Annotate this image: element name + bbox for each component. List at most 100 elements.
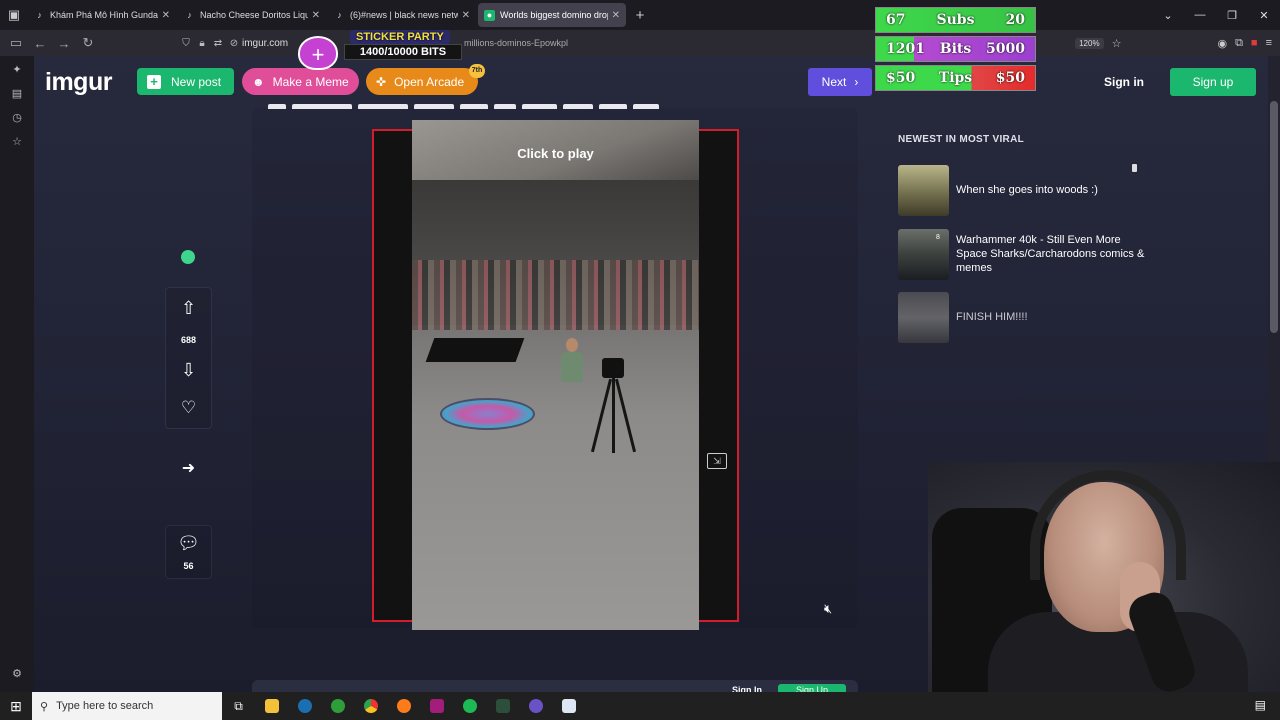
favorite-heart-icon[interactable]: ♡ [166, 398, 211, 418]
picture-in-picture-icon[interactable]: ⇲ [707, 453, 727, 469]
account-icon[interactable]: ◉ [1217, 37, 1227, 50]
browser-tab[interactable]: ♪ Khám Phá Mô Hình Gundam Đ ✕ [28, 3, 176, 27]
post-title-cutoff [268, 99, 748, 109]
minimize-icon[interactable]: — [1184, 9, 1216, 21]
video-scene-mat [425, 338, 525, 362]
sign-up-button[interactable]: Sign up [1170, 68, 1256, 96]
new-tab-button[interactable]: + [628, 7, 652, 24]
upvote-icon[interactable]: ⇧ [166, 298, 211, 319]
browser-tab-active[interactable]: ● Worlds biggest domino drop 10 ✕ [478, 3, 626, 27]
url-host: imgur.com [242, 37, 289, 49]
headphones [1030, 470, 1186, 580]
stream-tool-icon[interactable] [552, 692, 585, 720]
chevron-right-icon: › [854, 75, 859, 89]
tab-overflow-icon[interactable]: ⌄ [1152, 9, 1184, 22]
newest-viral-heading: NEWEST IN MOST VIRAL [898, 134, 1024, 145]
nav-right-icons: 120% ☆ ◉ ⧉ ■ ≡ [1075, 30, 1272, 56]
gamepad-icon: ✜ [376, 74, 387, 89]
comment-bubble-icon: 💬︎ [177, 533, 200, 553]
back-icon[interactable]: ← [28, 36, 52, 51]
vote-panel: ⇧ 688 ⇩ ♡ [165, 287, 212, 429]
menu-icon[interactable]: ≡ [1266, 37, 1272, 49]
viral-list-item[interactable]: FINISH HIM!!!! [898, 291, 1148, 343]
online-indicator [181, 250, 195, 264]
viral-list-item[interactable]: When she goes into woods :) [898, 164, 1148, 216]
imgur-icon: ● [484, 9, 495, 21]
reload-icon[interactable]: ↻ [76, 35, 100, 51]
nexus-icon[interactable] [420, 692, 453, 720]
window-controls: ⌄ — ❐ ✕ [1152, 0, 1280, 30]
close-window-icon[interactable]: ✕ [1248, 9, 1280, 22]
close-tab-icon[interactable]: ✕ [612, 10, 620, 21]
video-player[interactable]: Click to play [412, 120, 699, 630]
windows-start-icon[interactable]: ⊞ [0, 698, 32, 715]
synced-tabs-icon[interactable]: ▤ [0, 82, 34, 106]
close-tab-icon[interactable]: ✕ [462, 10, 470, 21]
restore-icon[interactable]: ❐ [1216, 9, 1248, 22]
domino-circle [440, 398, 535, 430]
plus-icon: + [147, 74, 161, 89]
sticker-party-banner: STICKER PARTY [350, 30, 450, 44]
sign-in-link[interactable]: Sign in [1104, 75, 1144, 89]
task-view-icon[interactable]: ⧉ [222, 692, 255, 720]
viral-list-item[interactable]: 8 Warhammer 40k - Still Even More Space … [898, 228, 1148, 280]
video-scene-tripod [588, 358, 638, 453]
meme-face-icon: ☻ [252, 74, 265, 89]
browser-sidebar: ✦ ▤ ◷ ☆ ⚙ [0, 56, 34, 692]
windows-taskbar: ⊞ ⚲ Type here to search ⧉ ▤ [0, 692, 1280, 720]
sticker-bits-progress: 1400/10000 BITS [344, 44, 462, 60]
comments-button[interactable]: 💬︎ 56 [165, 525, 212, 579]
ai-icon[interactable]: ✦ [0, 58, 34, 82]
downvote-icon[interactable]: ⇩ [166, 360, 211, 381]
settings-icon[interactable]: ⚙ [0, 662, 34, 686]
next-button[interactable]: Next › [808, 68, 872, 96]
imgur-logo[interactable]: imgur [45, 68, 112, 97]
notification-icon[interactable]: ▤ [1255, 698, 1266, 712]
streamer-webcam [928, 462, 1280, 692]
share-arrow-icon[interactable]: ➜ [165, 458, 212, 478]
forward-icon[interactable]: → [52, 36, 76, 51]
video-scene-floor [412, 325, 699, 630]
video-scene-crowd [412, 260, 699, 330]
tab-list-icon[interactable]: ▣ [0, 0, 28, 30]
extension-red-icon[interactable]: ■ [1251, 37, 1258, 49]
tiktok-icon: ♪ [187, 9, 192, 20]
bookmark-star-icon[interactable]: ☆ [1112, 37, 1122, 50]
file-explorer-icon[interactable] [255, 692, 288, 720]
browser-tab-bar: ▣ ♪ Khám Phá Mô Hình Gundam Đ ✕ ♪ Nacho … [0, 0, 1280, 30]
sidebar-toggle-icon[interactable]: ▭ [4, 35, 28, 51]
bookmarks-icon[interactable]: ☆ [0, 130, 34, 154]
firefox-icon[interactable] [387, 692, 420, 720]
tips-goal: $50 Tips $50 [875, 65, 1036, 91]
album-count-badge: 8 [936, 234, 940, 241]
terminal-icon[interactable] [486, 692, 519, 720]
spotify-icon[interactable] [453, 692, 486, 720]
scrollbar-thumb[interactable] [1270, 101, 1278, 333]
tiktok-icon: ♪ [337, 9, 342, 20]
browser-tab[interactable]: ♪ Nacho Cheese Doritos Liquor / ✕ [178, 3, 326, 27]
extensions-icon[interactable]: ⧉ [1235, 37, 1243, 50]
blocked-icon: ⊘ [229, 37, 239, 49]
steam-icon[interactable] [288, 692, 321, 720]
muted-speaker-icon[interactable]: 🔇︎ [824, 601, 832, 617]
post-thumbnail [898, 164, 949, 216]
tiktok-icon: ♪ [37, 9, 42, 20]
lock-icon: 🔒︎ [199, 37, 205, 49]
stream-goals-overlay: 67 Subs 20 1201 Bits 5000 $50 Tips $50 [875, 7, 1036, 91]
browser-tab[interactable]: ♪ (6)#news | black news network | ✕ [328, 3, 476, 27]
shield-icon[interactable]: ⛉ [178, 38, 194, 49]
close-tab-icon[interactable]: ✕ [312, 10, 320, 21]
search-icon: ⚲ [40, 700, 49, 713]
history-icon[interactable]: ◷ [0, 106, 34, 130]
new-post-button[interactable]: + New post [137, 68, 234, 95]
close-tab-icon[interactable]: ✕ [162, 10, 170, 21]
video-scene-girl [558, 338, 586, 400]
zoom-level[interactable]: 120% [1075, 37, 1104, 49]
obs-icon[interactable] [519, 692, 552, 720]
permissions-icon[interactable]: ⇄ [210, 38, 226, 49]
xbox-icon[interactable] [321, 692, 354, 720]
chrome-icon[interactable] [354, 692, 387, 720]
taskbar-search[interactable]: ⚲ Type here to search [32, 692, 222, 720]
click-to-play-label[interactable]: Click to play [412, 146, 699, 161]
vote-count: 688 [180, 335, 197, 345]
